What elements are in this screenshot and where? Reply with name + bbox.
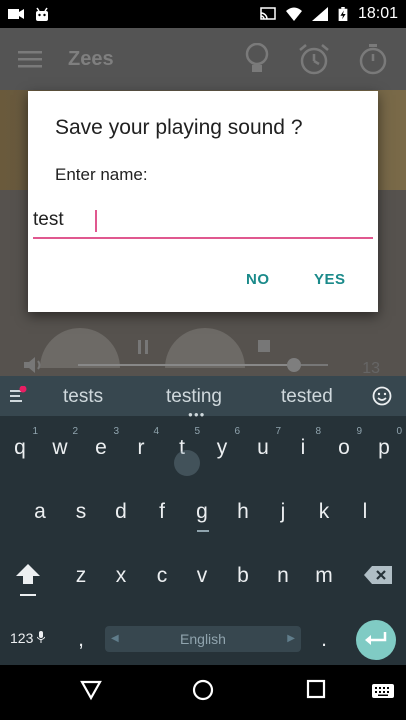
soft-keyboard: tests testing ●●● tested q1 w2 e3 r4 t5 … (0, 376, 406, 665)
key-f[interactable]: f (142, 500, 182, 524)
key-n[interactable]: n (263, 564, 303, 588)
lightbulb-icon[interactable] (244, 43, 270, 75)
key-e[interactable]: e3 (81, 426, 121, 460)
home-icon[interactable] (192, 679, 214, 701)
key-h[interactable]: h (223, 500, 263, 524)
key-p[interactable]: p0 (364, 426, 404, 460)
status-bar: 18:01 (0, 0, 406, 28)
key-period[interactable]: . (304, 628, 344, 652)
name-label: Enter name: (55, 165, 148, 184)
key-i[interactable]: i8 (283, 426, 323, 460)
signal-icon (311, 7, 328, 21)
emoji-icon[interactable] (372, 386, 392, 406)
key-v[interactable]: v (182, 564, 222, 588)
pause-icon[interactable] (137, 340, 149, 354)
key-x[interactable]: x (101, 564, 141, 588)
volume-value: 13 (362, 360, 380, 376)
recents-icon[interactable] (306, 679, 326, 699)
enter-key[interactable] (356, 620, 396, 660)
video-camera-icon (8, 9, 24, 19)
suggestion-item[interactable]: testing (166, 386, 222, 408)
name-input[interactable] (33, 205, 373, 239)
key-m[interactable]: m (304, 564, 344, 588)
back-icon[interactable] (80, 679, 102, 701)
keyboard-switch-icon[interactable] (372, 684, 394, 698)
clock: 18:01 (357, 5, 398, 22)
chevron-left-icon: ◀ (111, 633, 119, 644)
key-u[interactable]: u7 (243, 426, 283, 460)
save-sound-dialog: Save your playing sound ? Enter name: NO… (28, 91, 378, 312)
sound-bubble (165, 328, 245, 368)
key-c[interactable]: c (142, 564, 182, 588)
shift-icon[interactable] (16, 564, 40, 598)
text-cursor (95, 210, 97, 232)
symbols-key[interactable]: 123 (10, 630, 46, 646)
app-toolbar: Zees (0, 28, 406, 90)
home-row-marker (197, 530, 209, 532)
chevron-right-icon: ▶ (287, 633, 295, 644)
touch-ripple (174, 450, 200, 476)
microphone-icon (36, 631, 46, 643)
key-s[interactable]: s (61, 500, 101, 524)
more-suggestions-indicator: ●●● (188, 410, 206, 419)
key-z[interactable]: z (61, 564, 101, 588)
key-l[interactable]: l (345, 500, 385, 524)
battery-charging-icon (338, 7, 348, 21)
wifi-icon (285, 7, 302, 21)
space-language: English (180, 631, 226, 647)
key-d[interactable]: d (101, 500, 141, 524)
suggestion-bar: tests testing ●●● tested (0, 376, 406, 419)
suggestion-item[interactable]: tests (63, 386, 103, 408)
player-controls: 13 (0, 328, 406, 376)
volume-slider-fill (78, 364, 294, 366)
dialog-title: Save your playing sound ? (55, 116, 303, 139)
key-g[interactable]: g (182, 500, 222, 524)
suggestion-item[interactable]: tested (281, 386, 333, 408)
menu-icon[interactable] (18, 50, 42, 68)
key-o[interactable]: o9 (324, 426, 364, 460)
stop-icon[interactable] (258, 340, 270, 352)
system-nav-bar (0, 665, 406, 720)
sound-bubble (40, 328, 120, 368)
no-button[interactable]: NO (246, 271, 270, 288)
key-j[interactable]: j (263, 500, 303, 524)
space-bar[interactable]: ◀ English ▶ (105, 626, 301, 652)
cast-icon (260, 7, 276, 20)
volume-icon (24, 357, 41, 373)
app-title: Zees (68, 47, 114, 70)
android-icon (36, 7, 48, 21)
keyboard-menu-icon[interactable] (10, 386, 28, 404)
key-a[interactable]: a (20, 500, 60, 524)
volume-slider-knob[interactable] (287, 358, 301, 372)
yes-button[interactable]: YES (314, 271, 346, 288)
timer-icon[interactable] (358, 43, 388, 75)
key-r[interactable]: r4 (121, 426, 161, 460)
key-k[interactable]: k (304, 500, 344, 524)
key-w[interactable]: w2 (40, 426, 80, 460)
alarm-icon[interactable] (298, 43, 330, 75)
backspace-icon[interactable] (364, 566, 392, 584)
key-q[interactable]: q1 (0, 426, 40, 460)
key-comma[interactable]: , (61, 628, 101, 652)
enter-icon (365, 632, 387, 645)
key-b[interactable]: b (223, 564, 263, 588)
key-y[interactable]: y6 (202, 426, 242, 460)
